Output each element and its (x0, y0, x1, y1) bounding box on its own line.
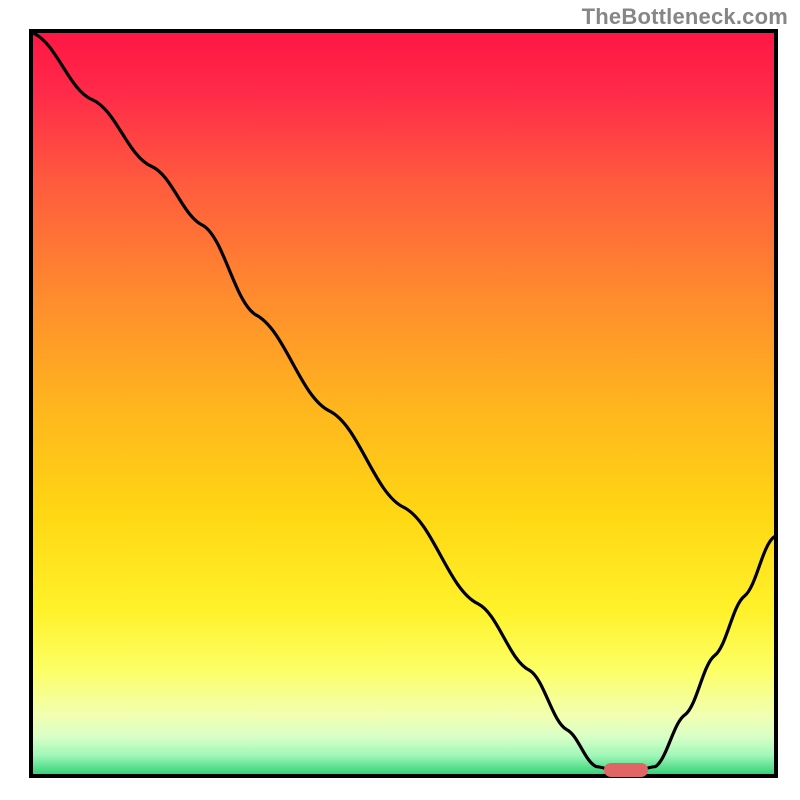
watermark-text: TheBottleneck.com (582, 4, 788, 30)
chart-plot-area (29, 29, 778, 778)
bottleneck-curve (33, 33, 774, 774)
optimal-range-marker (604, 763, 648, 777)
chart-line-overlay (33, 33, 774, 774)
